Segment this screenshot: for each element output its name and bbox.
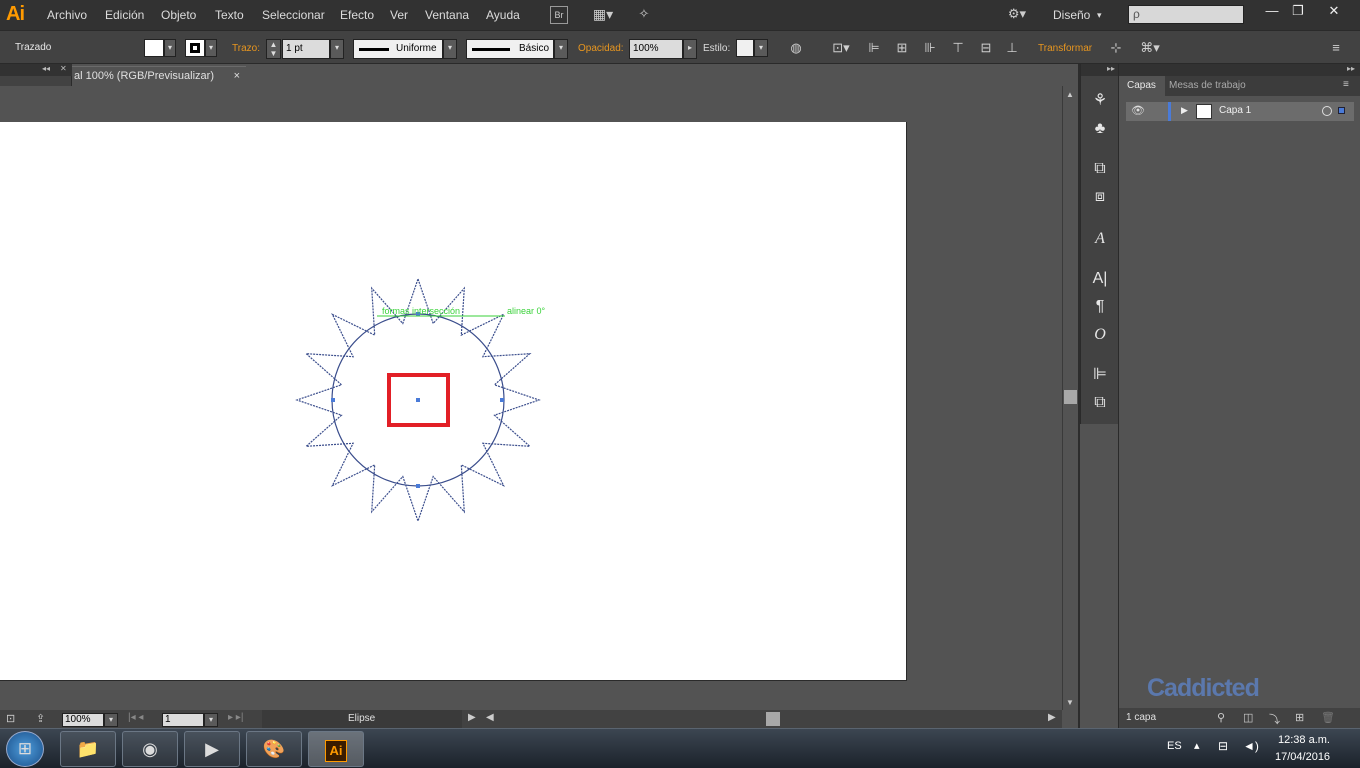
panel-collapse-icon[interactable]: ▸▸ xyxy=(1119,64,1360,76)
isolate-icon[interactable]: ⊹ xyxy=(1108,40,1124,56)
status-bar: ⊡ ⇪ 100% ▾ |◂ ◂ 1 ▾ ▸ ▸| Elipse ▶ ◀ ▶ xyxy=(0,710,1062,728)
volume-icon[interactable]: ◄) xyxy=(1243,739,1259,753)
scroll-up-icon[interactable]: ▲ xyxy=(1066,90,1074,99)
character-styles-panel-icon[interactable]: A xyxy=(1088,228,1112,250)
media-player-app-icon[interactable]: ▶ xyxy=(184,731,240,767)
locate-object-icon[interactable]: ⚲ xyxy=(1217,711,1225,724)
selection-indicator[interactable] xyxy=(1338,107,1345,114)
smart-guide-label-align: alinear 0° xyxy=(507,306,546,316)
anchor-bottom[interactable] xyxy=(416,484,420,488)
paint-app-icon[interactable]: 🎨 xyxy=(246,731,302,767)
vertical-scroll-thumb[interactable] xyxy=(1064,390,1077,404)
collapsed-panels-strip: ▸▸ ⚘ ♣ ⧉ ⧈ A A| ¶ O ⊫ ⧉ xyxy=(1080,64,1119,424)
target-icon[interactable] xyxy=(1322,106,1332,116)
shape-builder-options-icon[interactable]: ⌘▾ xyxy=(1138,40,1162,56)
help-search-input[interactable]: ρ xyxy=(1128,5,1244,24)
brushes-panel-icon[interactable]: ⚘ xyxy=(1088,90,1112,112)
symbols-panel-icon[interactable]: ♣ xyxy=(1088,118,1112,140)
opentype-panel-icon[interactable]: O xyxy=(1088,324,1112,346)
new-sublayer-icon[interactable]: ⤵ xyxy=(1269,711,1280,727)
tab-layers[interactable]: Capas xyxy=(1119,76,1165,96)
clock-date[interactable]: 17/04/2016 xyxy=(1275,751,1330,763)
network-icon[interactable]: ⊟ xyxy=(1218,739,1228,753)
layers-panel: ▸▸ Capas Mesas de trabajo ≡ 👁 ▶ Capa 1 C… xyxy=(1118,64,1360,728)
layers-panel-tabs: Capas Mesas de trabajo ≡ xyxy=(1119,76,1360,96)
start-button[interactable]: ⊞ xyxy=(6,731,44,767)
first-artboard-icon[interactable]: |◂ ◂ xyxy=(128,712,143,723)
scroll-down-icon[interactable]: ▼ xyxy=(1066,698,1074,707)
close-window-button[interactable]: ✕ xyxy=(1318,0,1350,22)
artboard-nav-icon[interactable]: ⊡ xyxy=(6,712,15,725)
layer-color-bar xyxy=(1168,102,1171,121)
last-artboard-icon[interactable]: ▸ ▸| xyxy=(228,712,243,723)
watermark-logo: Caddicted xyxy=(1147,674,1260,702)
panel-menu-icon[interactable]: ≡ xyxy=(1328,40,1344,56)
workspace-chevron-icon[interactable]: ▾ xyxy=(1097,10,1102,21)
layers-footer: 1 capa ⚲ ◫ ⤵ ⊞ 🗑 xyxy=(1119,708,1360,728)
paragraph-panel-icon[interactable]: ¶ xyxy=(1088,296,1112,318)
tray-expand-icon[interactable]: ▴ xyxy=(1194,739,1200,752)
zoom-input[interactable]: 100% xyxy=(62,713,104,727)
expand-layer-icon[interactable]: ▶ xyxy=(1181,105,1188,116)
layer-row[interactable]: 👁 ▶ Capa 1 xyxy=(1126,102,1354,121)
graphic-styles-panel-icon[interactable]: ⧉ xyxy=(1088,158,1112,180)
zoom-dropdown-icon[interactable]: ▾ xyxy=(104,713,118,727)
artboard-number-input[interactable]: 1 xyxy=(162,713,204,727)
clipping-mask-icon[interactable]: ◫ xyxy=(1243,711,1253,724)
scroll-left-icon[interactable]: ◀ xyxy=(486,712,494,723)
layer-count: 1 capa xyxy=(1126,712,1157,723)
layer-name[interactable]: Capa 1 xyxy=(1219,105,1251,116)
layers-menu-icon[interactable]: ≡ xyxy=(1343,79,1349,90)
smart-guide-label-intersection: formas intersección xyxy=(382,306,460,316)
horizontal-scroll-thumb[interactable] xyxy=(766,712,780,726)
collapse-dock-icon[interactable]: ▸▸ xyxy=(1081,64,1119,76)
pathfinder-panel-icon[interactable]: ⧉ xyxy=(1088,392,1112,414)
explorer-app-icon[interactable]: 📁 xyxy=(60,731,116,767)
anchor-left[interactable] xyxy=(331,398,335,402)
new-layer-icon[interactable]: ⊞ xyxy=(1295,711,1304,724)
appearance-panel-icon[interactable]: ⧈ xyxy=(1088,186,1112,208)
status-menu-icon[interactable]: ▶ xyxy=(468,712,476,723)
scroll-right-icon[interactable]: ▶ xyxy=(1048,712,1056,723)
share-icon[interactable]: ⇪ xyxy=(36,712,45,725)
restore-button[interactable]: ❐ xyxy=(1282,0,1314,22)
tab-artboards[interactable]: Mesas de trabajo xyxy=(1169,80,1246,91)
align-panel-icon[interactable]: ⊫ xyxy=(1088,364,1112,386)
language-indicator[interactable]: ES xyxy=(1167,740,1182,752)
artboard-dropdown-icon[interactable]: ▾ xyxy=(204,713,218,727)
search-icon: ρ xyxy=(1133,7,1140,21)
delete-layer-icon[interactable]: 🗑 xyxy=(1321,711,1335,724)
layer-thumbnail xyxy=(1196,104,1212,119)
center-point xyxy=(416,398,420,402)
chrome-app-icon[interactable]: ◉ xyxy=(122,731,178,767)
visibility-eye-icon[interactable]: 👁 xyxy=(1131,104,1145,117)
clock-time[interactable]: 12:38 a.m. xyxy=(1278,734,1330,746)
windows-taskbar: ⊞ 📁 ◉ ▶ 🎨 Ai ES ▴ ⊟ ◄) 12:38 a.m. 17/04/… xyxy=(0,728,1360,768)
character-panel-icon[interactable]: A| xyxy=(1088,268,1112,290)
status-display[interactable]: Elipse xyxy=(262,710,462,728)
anchor-right[interactable] xyxy=(500,398,504,402)
vertical-scrollbar[interactable]: ▲ ▼ xyxy=(1062,86,1078,710)
artwork-layer[interactable]: formas intersección alinear 0° xyxy=(0,0,1062,710)
illustrator-app-icon[interactable]: Ai xyxy=(308,731,364,767)
